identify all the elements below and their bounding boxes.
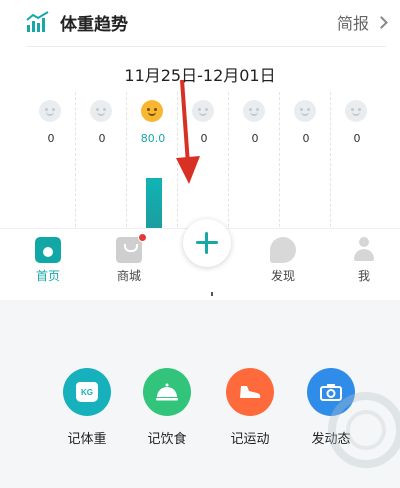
day-weight-value: 0 bbox=[251, 132, 259, 145]
neutral-face-icon bbox=[294, 100, 316, 122]
column-separator bbox=[126, 92, 127, 232]
scale-icon: KG bbox=[63, 368, 111, 416]
nav-item-shop[interactable]: 商城 bbox=[99, 233, 159, 284]
column-separator bbox=[330, 92, 331, 232]
nav-item-profile[interactable]: 我 bbox=[334, 237, 394, 284]
column-separator bbox=[75, 92, 76, 232]
sneaker-icon bbox=[240, 386, 261, 398]
trend-chart-icon bbox=[26, 11, 49, 32]
record-exercise-action[interactable]: 记运动 bbox=[215, 368, 285, 447]
weight-trend-header: 体重趋势 简报 bbox=[0, 0, 400, 46]
cursor-mark bbox=[211, 292, 213, 296]
food-icon bbox=[143, 368, 191, 416]
day-weight-value: 0 bbox=[47, 132, 55, 145]
plus-icon-vertical bbox=[205, 232, 208, 254]
day-column[interactable]: 0 bbox=[332, 92, 382, 232]
add-record-button[interactable] bbox=[183, 219, 231, 267]
day-column[interactable]: 0 bbox=[26, 92, 76, 232]
profile-icon-head bbox=[359, 237, 369, 247]
header-divider bbox=[26, 46, 386, 47]
red-arrow-annotation bbox=[176, 79, 200, 184]
day-column[interactable]: 0 bbox=[281, 92, 331, 232]
nav-label: 我 bbox=[357, 269, 370, 283]
profile-icon-body bbox=[354, 249, 374, 261]
day-weight-value: 0 bbox=[353, 132, 361, 145]
shop-icon bbox=[116, 233, 147, 263]
discover-icon bbox=[270, 237, 296, 263]
brief-report-link[interactable]: 简报 bbox=[336, 10, 388, 34]
nav-label: 发现 bbox=[270, 269, 295, 283]
nav-item-home[interactable]: 首页 bbox=[18, 237, 78, 284]
neutral-face-icon bbox=[90, 100, 112, 122]
quick-record-panel: KG 记体重 记饮食 记运动 发动态 bbox=[0, 300, 400, 488]
cloche-icon bbox=[156, 383, 178, 401]
neutral-face-icon bbox=[39, 100, 61, 122]
notification-badge bbox=[138, 233, 147, 242]
day-weight-value: 0 bbox=[98, 132, 106, 145]
column-separator bbox=[279, 92, 280, 232]
nav-item-discover[interactable]: 发现 bbox=[253, 237, 313, 284]
profile-icon bbox=[351, 237, 377, 263]
page-title: 体重趋势 bbox=[60, 15, 128, 35]
home-icon bbox=[35, 237, 61, 263]
action-label: 记体重 bbox=[67, 432, 107, 447]
day-column[interactable]: 0 bbox=[77, 92, 127, 232]
watermark-logo bbox=[328, 392, 400, 468]
action-label: 记运动 bbox=[230, 432, 270, 447]
day-weight-value: 0 bbox=[302, 132, 310, 145]
neutral-face-icon bbox=[243, 100, 265, 122]
day-column[interactable]: 0 bbox=[230, 92, 280, 232]
record-weight-action[interactable]: KG 记体重 bbox=[52, 368, 122, 447]
chevron-right-icon bbox=[375, 15, 388, 29]
record-food-action[interactable]: 记饮食 bbox=[132, 368, 202, 447]
action-label: 记饮食 bbox=[147, 432, 187, 447]
scale-icon-text: KG bbox=[76, 382, 98, 402]
brief-report-label: 简报 bbox=[336, 14, 369, 33]
column-separator bbox=[228, 92, 229, 232]
shoe-icon bbox=[226, 368, 274, 416]
nav-label: 商城 bbox=[116, 269, 141, 283]
neutral-face-icon bbox=[345, 100, 367, 122]
app-screen: 体重趋势 简报 11月25日-12月01日 0 0 80.0 0 0 0 0 首页 商城 发… bbox=[0, 0, 400, 488]
nav-label: 首页 bbox=[35, 269, 60, 283]
